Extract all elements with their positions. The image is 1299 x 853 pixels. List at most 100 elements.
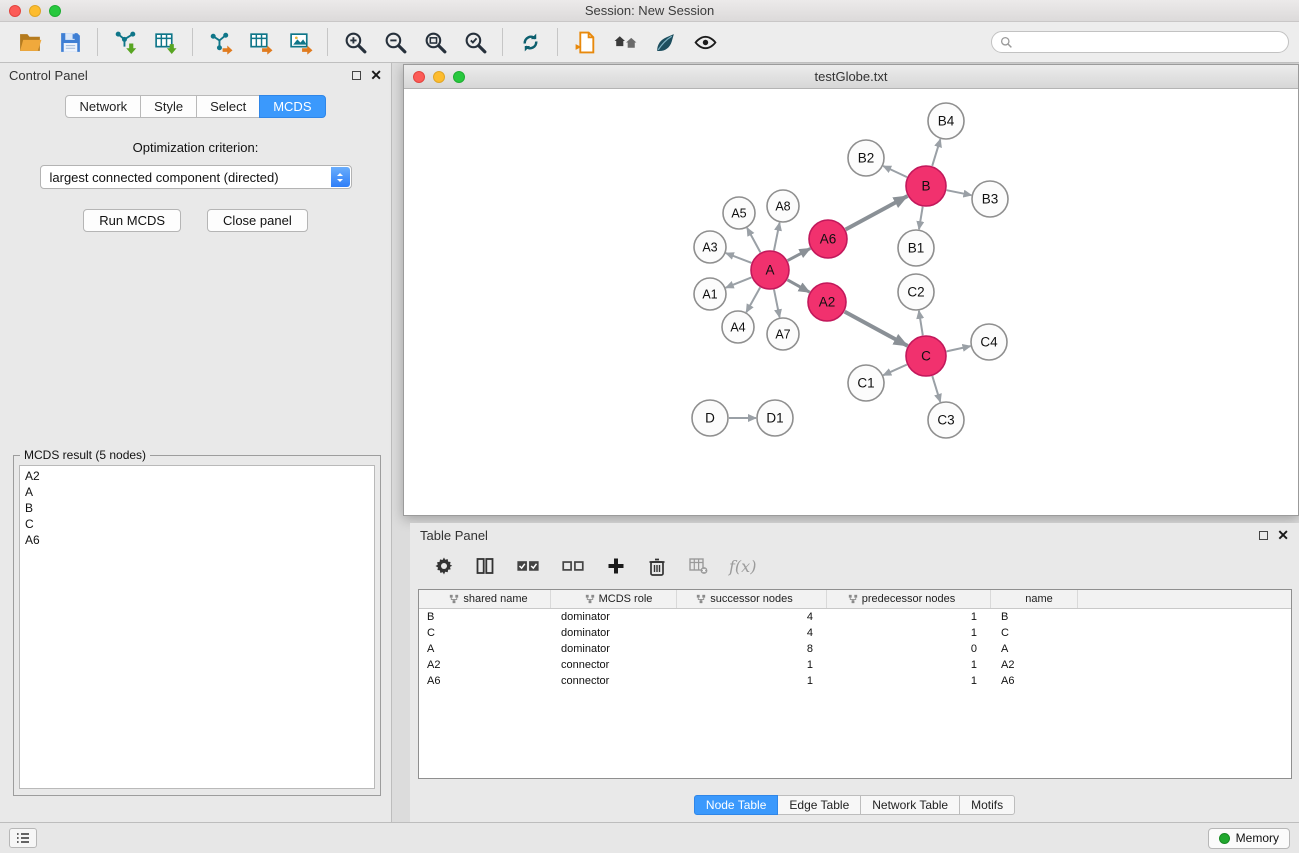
- graph-node-A2[interactable]: A2: [808, 283, 846, 321]
- graph-edge-A-A2[interactable]: [787, 280, 809, 292]
- graph-edge-B-B2[interactable]: [883, 166, 907, 177]
- graph-edge-C-C3[interactable]: [932, 376, 940, 402]
- graph-node-A1[interactable]: A1: [694, 278, 726, 310]
- search-input[interactable]: [1018, 35, 1280, 49]
- table-cell[interactable]: A6: [419, 673, 551, 689]
- table-cell[interactable]: dominator: [551, 609, 677, 625]
- table-row[interactable]: A2connector11A2: [419, 657, 1291, 673]
- network-window-titlebar[interactable]: testGlobe.txt: [404, 65, 1298, 89]
- table-cell[interactable]: 1: [827, 657, 991, 673]
- table-cell[interactable]: 1: [677, 657, 827, 673]
- graph-node-C4[interactable]: C4: [971, 324, 1007, 360]
- network-canvas[interactable]: B4B2BB3A5A8A6B1A3AC2A1A2A4A7C4CC1C3DD1: [404, 89, 1298, 515]
- graph-edge-A-A5[interactable]: [747, 228, 760, 253]
- graph-node-B2[interactable]: B2: [848, 140, 884, 176]
- tab-network-table[interactable]: Network Table: [860, 795, 960, 815]
- mcds-result-item[interactable]: A2: [25, 468, 369, 484]
- import-table-button[interactable]: [145, 25, 185, 59]
- zoom-out-button[interactable]: [375, 25, 415, 59]
- graph-edge-A6-B[interactable]: [846, 196, 908, 230]
- column-header-predecessor-nodes[interactable]: predecessor nodes: [827, 590, 991, 608]
- table-cell[interactable]: B: [419, 609, 551, 625]
- graph-node-A7[interactable]: A7: [767, 318, 799, 350]
- graph-node-B[interactable]: B: [906, 166, 946, 206]
- show-columns-button[interactable]: [475, 556, 495, 576]
- open-network-file-button[interactable]: [565, 25, 605, 59]
- graph-edge-A-A6[interactable]: [788, 248, 811, 260]
- graph-node-B1[interactable]: B1: [898, 230, 934, 266]
- table-cell[interactable]: 1: [827, 609, 991, 625]
- table-cell[interactable]: 1: [827, 673, 991, 689]
- network-minimize-button[interactable]: [433, 71, 445, 83]
- table-row[interactable]: Bdominator41B: [419, 609, 1291, 625]
- graph-edge-C-C4[interactable]: [947, 346, 971, 351]
- select-all-columns-button[interactable]: [516, 558, 540, 575]
- tab-select[interactable]: Select: [196, 95, 260, 118]
- graph-node-A8[interactable]: A8: [767, 190, 799, 222]
- column-header-name[interactable]: name: [991, 590, 1078, 608]
- zoom-fit-button[interactable]: [415, 25, 455, 59]
- zoom-selected-button[interactable]: [455, 25, 495, 59]
- close-window-button[interactable]: [9, 5, 21, 17]
- float-panel-icon[interactable]: [352, 71, 361, 80]
- graph-node-A3[interactable]: A3: [694, 231, 726, 263]
- graph-node-D1[interactable]: D1: [757, 400, 793, 436]
- open-session-button[interactable]: [10, 25, 50, 59]
- create-column-button[interactable]: [606, 556, 626, 576]
- table-settings-button[interactable]: [434, 556, 454, 576]
- delete-table-button[interactable]: [688, 556, 708, 576]
- show-hide-button[interactable]: [685, 25, 725, 59]
- graph-node-A5[interactable]: A5: [723, 197, 755, 229]
- graph-edge-A-A3[interactable]: [726, 253, 751, 263]
- network-zoom-button[interactable]: [453, 71, 465, 83]
- graph-edge-A-A8[interactable]: [774, 223, 780, 251]
- close-panel-icon[interactable]: ✕: [370, 68, 382, 82]
- mcds-result-item[interactable]: C: [25, 516, 369, 532]
- table-row[interactable]: A6connector11A6: [419, 673, 1291, 689]
- criterion-dropdown[interactable]: largest connected component (directed): [40, 165, 352, 189]
- table-cell[interactable]: C: [419, 625, 551, 641]
- import-network-button[interactable]: [105, 25, 145, 59]
- mcds-result-item[interactable]: A: [25, 484, 369, 500]
- tab-motifs[interactable]: Motifs: [959, 795, 1015, 815]
- table-cell[interactable]: connector: [551, 657, 677, 673]
- save-session-button[interactable]: [50, 25, 90, 59]
- graph-node-B3[interactable]: B3: [972, 181, 1008, 217]
- table-cell[interactable]: 8: [677, 641, 827, 657]
- table-cell[interactable]: connector: [551, 673, 677, 689]
- apply-layout-button[interactable]: [510, 25, 550, 59]
- close-table-panel-icon[interactable]: ✕: [1277, 528, 1289, 542]
- task-history-button[interactable]: [9, 828, 37, 848]
- tab-network[interactable]: Network: [65, 95, 141, 118]
- graph-edge-B-B4[interactable]: [932, 139, 940, 166]
- graph-edge-A-A4[interactable]: [746, 287, 760, 312]
- table-cell[interactable]: dominator: [551, 625, 677, 641]
- zoom-window-button[interactable]: [49, 5, 61, 17]
- network-close-button[interactable]: [413, 71, 425, 83]
- graph-edge-A-A1[interactable]: [726, 277, 752, 287]
- graph-edge-A2-C[interactable]: [845, 312, 908, 346]
- graph-node-C[interactable]: C: [906, 336, 946, 376]
- table-cell[interactable]: 1: [677, 673, 827, 689]
- table-cell[interactable]: dominator: [551, 641, 677, 657]
- graph-edge-B-B1[interactable]: [919, 207, 923, 230]
- table-row[interactable]: Adominator80A: [419, 641, 1291, 657]
- memory-button[interactable]: Memory: [1208, 828, 1290, 849]
- graph-edge-C-C1[interactable]: [883, 365, 907, 376]
- graph-edge-B-B3[interactable]: [947, 190, 972, 195]
- graph-node-B4[interactable]: B4: [928, 103, 964, 139]
- function-builder-button[interactable]: f(x): [729, 557, 756, 576]
- float-table-panel-icon[interactable]: [1259, 531, 1268, 540]
- export-network-button[interactable]: [200, 25, 240, 59]
- graph-node-A[interactable]: A: [751, 251, 789, 289]
- tab-edge-table[interactable]: Edge Table: [777, 795, 861, 815]
- home-button[interactable]: [605, 25, 645, 59]
- table-cell[interactable]: A2: [419, 657, 551, 673]
- graph-node-C3[interactable]: C3: [928, 402, 964, 438]
- export-image-button[interactable]: [280, 25, 320, 59]
- tab-node-table[interactable]: Node Table: [694, 795, 779, 815]
- search-box[interactable]: [991, 31, 1289, 53]
- graph-svg[interactable]: B4B2BB3A5A8A6B1A3AC2A1A2A4A7C4CC1C3DD1: [404, 89, 1298, 515]
- table-cell[interactable]: A: [991, 641, 1078, 657]
- graph-edge-A-A7[interactable]: [774, 290, 780, 318]
